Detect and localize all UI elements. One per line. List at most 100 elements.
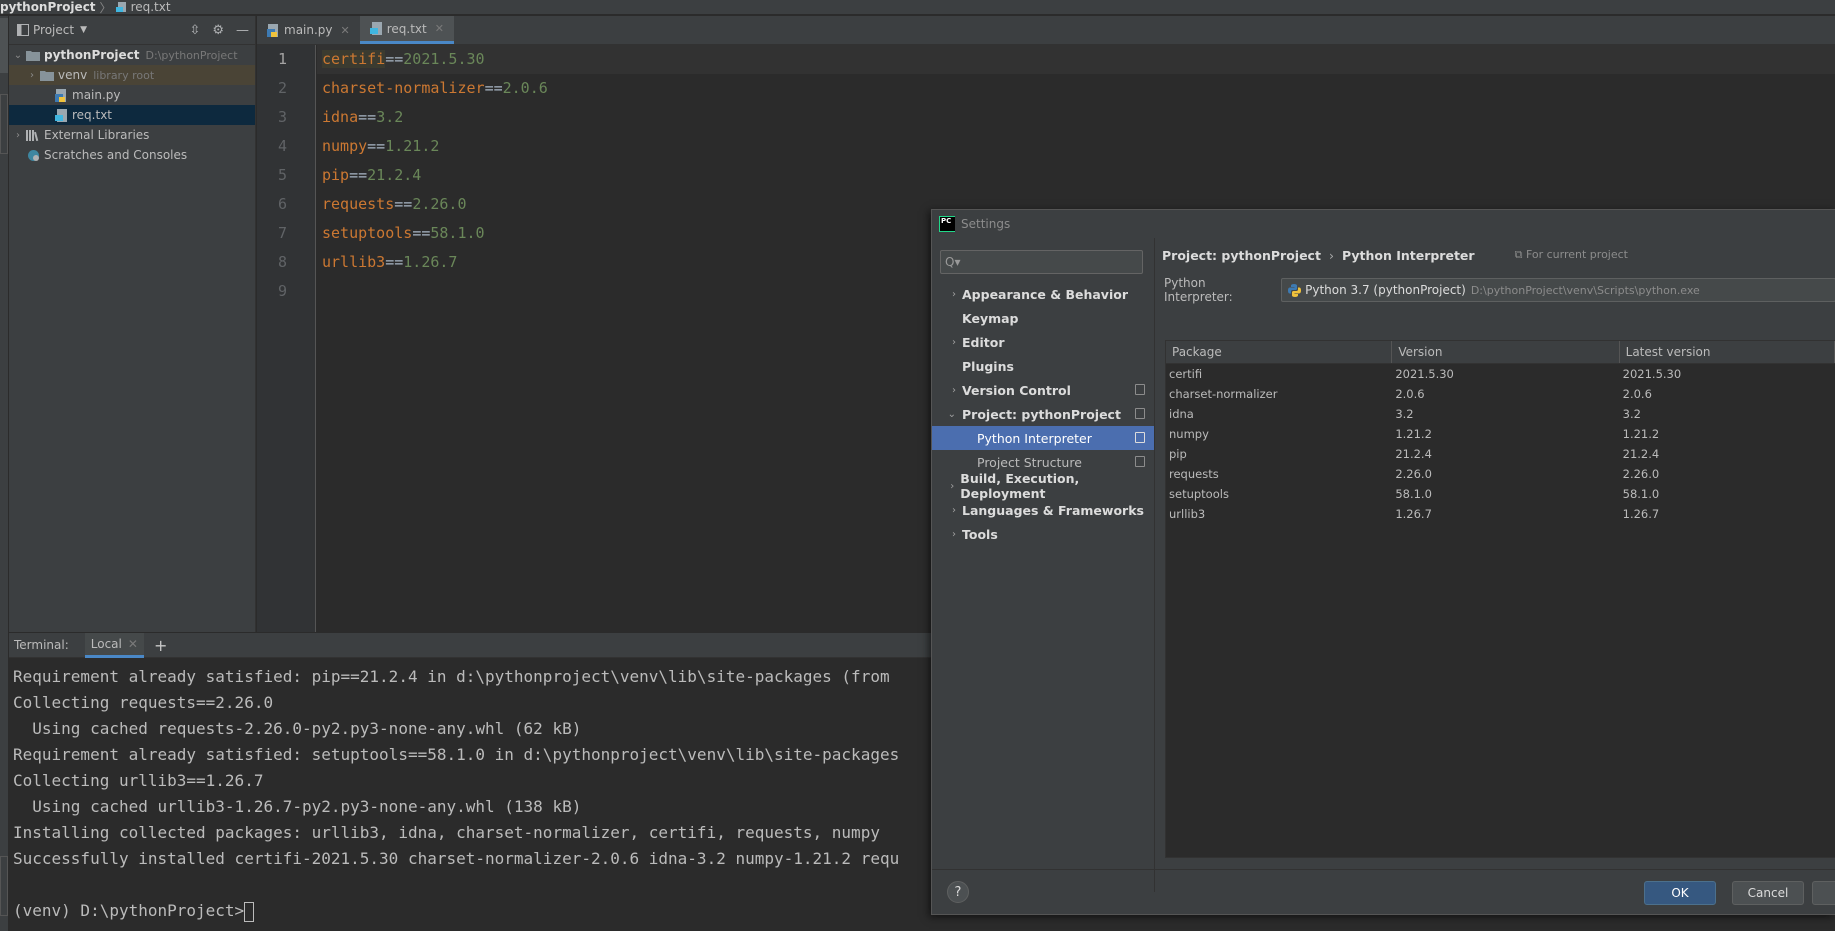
nav-tools[interactable]: › Tools <box>932 522 1154 546</box>
tree-item-external-libraries[interactable]: › External Libraries <box>9 125 255 145</box>
code-line[interactable]: numpy==1.21.2 <box>322 137 439 155</box>
tab-main-py[interactable]: main.py ✕ <box>257 16 360 44</box>
terminal-output-line: Installing collected packages: urllib3, … <box>13 823 880 842</box>
terminal-output-line: Using cached urllib3-1.26.7-py2.py3-none… <box>13 797 582 816</box>
nav-project[interactable]: ⌄ Project: pythonProject <box>932 402 1154 426</box>
chevron-right-icon[interactable]: › <box>932 505 962 516</box>
close-icon[interactable]: ✕ <box>128 637 138 651</box>
table-row[interactable]: charset-normalizer 2.0.6 2.0.6 <box>1166 384 1835 404</box>
tree-item-venv[interactable]: › venv library root <box>9 65 255 85</box>
ok-button[interactable]: OK <box>1644 881 1716 905</box>
tree-item-main-py[interactable]: main.py <box>9 85 255 105</box>
table-row[interactable]: requests 2.26.0 2.26.0 <box>1166 464 1835 484</box>
close-icon[interactable]: ✕ <box>435 22 444 35</box>
nav-editor[interactable]: › Editor <box>932 330 1154 354</box>
code-line[interactable]: requests==2.26.0 <box>322 195 467 213</box>
nav-divider <box>1154 238 1155 892</box>
interpreter-select[interactable]: Python 3.7 (pythonProject) D:\pythonProj… <box>1281 278 1835 302</box>
table-row[interactable]: numpy 1.21.2 1.21.2 <box>1166 424 1835 444</box>
nav-languages-frameworks[interactable]: › Languages & Frameworks <box>932 498 1154 522</box>
tree-item-label: External Libraries <box>44 128 150 142</box>
chevron-down-icon[interactable]: ⌄ <box>932 409 962 420</box>
line-number: 7 <box>277 224 287 242</box>
breadcrumb-project[interactable]: pythonProject <box>0 0 96 14</box>
dialog-title-bar[interactable]: Settings <box>932 210 1835 238</box>
tree-item-label: pythonProject <box>44 48 140 62</box>
table-row[interactable]: idna 3.2 3.2 <box>1166 404 1835 424</box>
terminal-output-line: Requirement already satisfied: pip==21.2… <box>13 667 890 686</box>
chevron-right-icon[interactable]: › <box>25 70 39 81</box>
structure-tool-tab[interactable] <box>0 94 8 154</box>
navigation-breadcrumb: pythonProject 〉 req.txt <box>0 0 1835 15</box>
code-line[interactable]: setuptools==58.1.0 <box>322 224 485 242</box>
code-line[interactable]: idna==3.2 <box>322 108 403 126</box>
settings-dialog: Settings Q▾ ›Appearance & Behavior Keyma… <box>931 209 1835 915</box>
breadcrumb-separator: 〉 <box>99 0 112 15</box>
tree-item-hint: library root <box>93 68 155 82</box>
terminal-prompt-line[interactable]: (venv) D:\pythonProject> <box>13 901 255 922</box>
table-header: Package Version Latest version <box>1166 341 1835 364</box>
tree-item-hint: D:\pythonProject <box>145 48 238 62</box>
nav-build-execution-deployment[interactable]: › Build, Execution, Deployment <box>932 471 1154 501</box>
chevron-down-icon[interactable]: ⌄ <box>11 50 25 61</box>
table-row[interactable]: pip 21.2.4 21.2.4 <box>1166 444 1835 464</box>
nav-python-interpreter[interactable]: Python Interpreter <box>932 426 1154 450</box>
project-view-selector[interactable]: Project <box>33 23 74 37</box>
line-number-gutter[interactable]: 1 2 3 4 5 6 7 8 9 <box>257 45 316 632</box>
chevron-right-icon[interactable]: › <box>932 481 960 492</box>
settings-search-input[interactable]: Q▾ <box>940 250 1143 274</box>
breadcrumb-parent[interactable]: Project: pythonProject <box>1162 248 1321 263</box>
help-button[interactable]: ? <box>947 881 969 903</box>
code-line[interactable]: urllib3==1.26.7 <box>322 253 457 271</box>
chevron-right-icon[interactable]: › <box>932 529 962 540</box>
table-row[interactable]: setuptools 58.1.0 58.1.0 <box>1166 484 1835 504</box>
terminal-tab-local[interactable]: Local ✕ <box>84 632 144 658</box>
breadcrumb-current: Python Interpreter <box>1341 247 1475 263</box>
tree-item-label: main.py <box>72 88 121 102</box>
project-tool-window: Project ▼ ⇳ ⚙ — ⌄ pythonProject D:\pytho… <box>9 16 256 632</box>
dialog-title: Settings <box>961 217 1011 231</box>
chevron-down-icon[interactable]: ▼ <box>80 25 87 35</box>
nav-version-control[interactable]: › Version Control <box>932 378 1154 402</box>
tab-req-txt[interactable]: req.txt ✕ <box>359 16 454 44</box>
close-icon[interactable]: ✕ <box>341 24 350 37</box>
column-header-version[interactable]: Version <box>1392 341 1620 363</box>
packages-table[interactable]: Package Version Latest version certifi 20… <box>1165 340 1835 858</box>
code-line[interactable]: certifi==2021.5.30 <box>322 50 485 68</box>
line-number: 1 <box>277 50 287 68</box>
table-row[interactable]: urllib3 1.26.7 1.26.7 <box>1166 504 1835 524</box>
tree-item-label: venv <box>58 68 88 82</box>
python-file-icon <box>267 23 278 37</box>
tree-item-project-root[interactable]: ⌄ pythonProject D:\pythonProject <box>9 45 255 65</box>
code-line[interactable]: charset-normalizer==2.0.6 <box>322 79 548 97</box>
interpreter-path: D:\pythonProject\venv\Scripts\python.exe <box>1470 283 1700 297</box>
nav-plugins[interactable]: Plugins <box>932 354 1154 378</box>
nav-keymap[interactable]: Keymap <box>932 306 1154 330</box>
collapse-all-icon[interactable]: ⇳ <box>189 23 200 38</box>
table-row[interactable]: certifi 2021.5.30 2021.5.30 <box>1166 364 1835 384</box>
apply-button[interactable] <box>1812 881 1835 905</box>
new-terminal-tab-button[interactable]: + <box>154 636 167 655</box>
hide-panel-icon[interactable]: — <box>236 23 249 38</box>
cancel-button[interactable]: Cancel <box>1732 881 1804 905</box>
chevron-right-icon[interactable]: › <box>11 130 25 141</box>
project-tool-tab[interactable] <box>0 18 8 73</box>
line-number: 4 <box>277 137 287 155</box>
chevron-right-icon[interactable]: › <box>932 289 962 300</box>
tree-item-req-txt[interactable]: req.txt <box>9 105 255 125</box>
column-header-package[interactable]: Package <box>1166 341 1393 363</box>
nav-appearance-behavior[interactable]: › Appearance & Behavior <box>932 282 1154 306</box>
pycharm-logo-icon <box>939 216 955 232</box>
column-header-latest-version[interactable]: Latest version <box>1620 341 1835 363</box>
line-number: 6 <box>277 195 287 213</box>
line-number: 3 <box>277 108 287 126</box>
gear-icon[interactable]: ⚙ <box>212 23 224 38</box>
favorites-tool-tab[interactable] <box>0 856 8 916</box>
code-line[interactable]: pip==21.2.4 <box>322 166 421 184</box>
line-number: 2 <box>277 79 287 97</box>
chevron-right-icon[interactable]: › <box>932 337 962 348</box>
terminal-output-line: Using cached requests-2.26.0-py2.py3-non… <box>13 719 582 738</box>
tree-item-scratches[interactable]: Scratches and Consoles <box>9 145 255 165</box>
chevron-right-icon[interactable]: › <box>932 385 962 396</box>
breadcrumb-file[interactable]: req.txt <box>131 0 171 14</box>
